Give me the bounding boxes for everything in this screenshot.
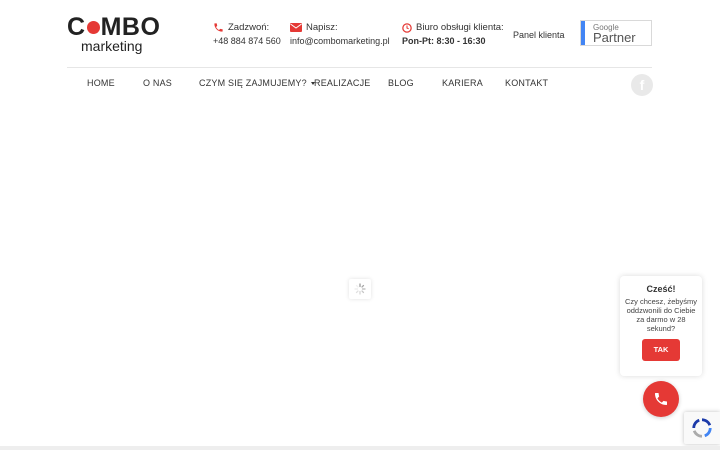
site-header: C MBO marketing Zadzwoń: +48 884 874 560 … <box>0 0 720 68</box>
combo-marketing-logo[interactable]: C MBO marketing <box>67 14 160 54</box>
contact-email[interactable]: Napisz: info@combomarketing.pl <box>290 21 390 48</box>
callback-yes-button[interactable]: TAK <box>642 339 680 361</box>
client-panel-link[interactable]: Panel klienta <box>513 30 565 40</box>
logo-letters-mbo: MBO <box>100 13 161 41</box>
nav-kontakt[interactable]: KONTAKT <box>505 78 548 88</box>
email-address[interactable]: info@combomarketing.pl <box>290 35 390 48</box>
contact-phone[interactable]: Zadzwoń: +48 884 874 560 <box>213 21 281 48</box>
callback-title: Cześć! <box>646 284 676 294</box>
call-button[interactable] <box>643 381 679 417</box>
office-hours: Pon-Pt: 8:30 - 16:30 <box>402 36 486 46</box>
nav-czym-sie-zajmujemy[interactable]: CZYM SIĘ ZAJMUJEMY? <box>199 78 315 88</box>
google-partner-badge[interactable]: Google Partner <box>580 20 652 46</box>
facebook-icon[interactable]: f <box>631 74 653 96</box>
spinner-icon <box>354 283 366 295</box>
callback-popup: Cześć! Czy chcesz, żebyśmy oddzwonili do… <box>620 276 702 376</box>
recaptcha-badge[interactable] <box>684 412 720 444</box>
loading-spinner-icon <box>349 279 371 299</box>
header-divider <box>67 67 652 68</box>
phone-label: Zadzwoń: <box>228 22 270 33</box>
phone-number[interactable]: +48 884 874 560 <box>213 35 281 48</box>
page-bottom-strip <box>0 446 720 450</box>
clock-icon <box>402 22 412 33</box>
main-navigation: HOME O NAS CZYM SIĘ ZAJMUJEMY? REALIZACJ… <box>0 78 720 94</box>
recaptcha-icon <box>692 418 712 438</box>
phone-icon <box>655 393 667 405</box>
contact-office-hours: Biuro obsługi klienta: Pon-Pt: 8:30 - 16… <box>402 21 504 48</box>
nav-realizacje[interactable]: REALIZACJE <box>314 78 371 88</box>
nav-o-nas[interactable]: O NAS <box>143 78 172 88</box>
callback-text: Czy chcesz, żebyśmy oddzwonili do Ciebie… <box>624 297 698 333</box>
nav-blog[interactable]: BLOG <box>388 78 414 88</box>
logo-letter-c: C <box>67 13 86 41</box>
nav-czym-sie-zajmujemy-label: CZYM SIĘ ZAJMUJEMY? <box>199 78 307 88</box>
nav-home[interactable]: HOME <box>87 78 115 88</box>
nav-kariera[interactable]: KARIERA <box>442 78 483 88</box>
mail-icon <box>290 23 302 32</box>
facebook-glyph: f <box>639 77 645 93</box>
logo-wordmark: C MBO <box>67 14 160 40</box>
logo-subtitle: marketing <box>81 38 143 54</box>
google-partner-partner: Partner <box>593 30 636 45</box>
office-label: Biuro obsługi klienta: <box>416 22 504 33</box>
logo-red-dot <box>86 20 100 34</box>
phone-icon <box>214 23 223 32</box>
email-label: Napisz: <box>306 22 338 33</box>
google-partner-bar <box>581 21 585 45</box>
